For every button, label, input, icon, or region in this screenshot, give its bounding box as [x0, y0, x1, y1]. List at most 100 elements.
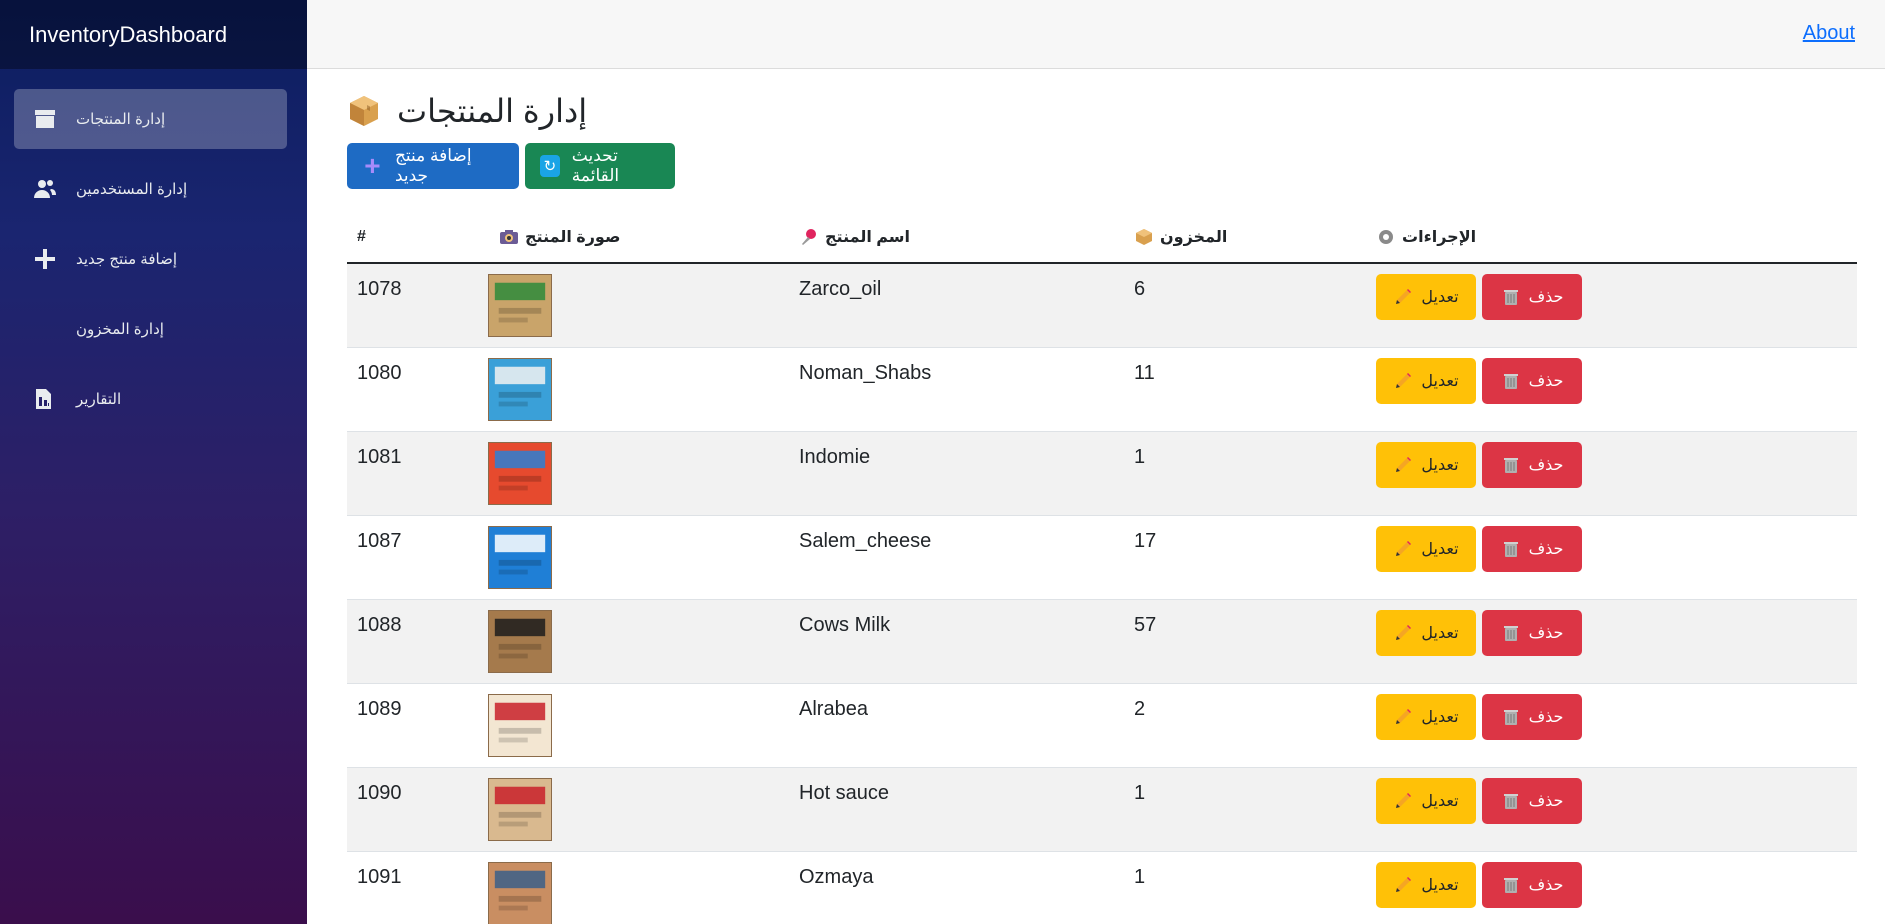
pencil-icon [1396, 289, 1412, 304]
edit-button[interactable]: تعديل [1376, 693, 1476, 740]
product-id: 1078 [347, 263, 489, 348]
table-row: 1089 Alrabea 2 تعديل حذف [347, 683, 1857, 768]
trash-icon [1503, 290, 1518, 305]
product-thumbnail [488, 525, 552, 589]
delete-label: حذف [1528, 289, 1564, 306]
sidebar-item-reports[interactable]: التقارير [14, 369, 287, 429]
sidebar: InventoryDashboard إدارة المنتجات إدارة … [0, 0, 307, 924]
product-name-value: Ozmaya [799, 865, 874, 888]
product-stock-value: 6 [1134, 278, 1146, 300]
edit-button[interactable]: تعديل [1376, 441, 1476, 488]
product-id-value: 1089 [357, 697, 402, 720]
sidebar-nav: إدارة المنتجات إدارة المستخدمين إضافة من… [0, 69, 307, 429]
box-icon [32, 106, 58, 132]
product-stock-value: 2 [1134, 697, 1146, 720]
delete-button[interactable]: حذف [1482, 274, 1582, 320]
product-name-value: Zarco_oil [799, 278, 882, 300]
delete-button[interactable]: حذف [1482, 357, 1582, 404]
product-stock: 1 [1124, 767, 1366, 852]
product-name: Noman_Shabs [789, 347, 1124, 432]
product-name: Hot sauce [789, 767, 1124, 852]
header-name-label: اسم المنتج [825, 228, 911, 246]
edit-button[interactable]: تعديل [1376, 274, 1476, 320]
product-thumbnail [488, 609, 552, 673]
product-name-value: Alrabea [799, 697, 868, 720]
product-actions: تعديل حذف [1366, 767, 1857, 852]
delete-button[interactable]: حذف [1482, 525, 1582, 572]
toolbar: + إضافة منتج جديد ↻ تحديث القائمة [347, 143, 1857, 189]
edit-button[interactable]: تعديل [1376, 861, 1476, 908]
delete-label: حذف [1528, 456, 1564, 474]
delete-button[interactable]: حذف [1482, 693, 1582, 740]
top-bar: About [307, 0, 1885, 69]
product-thumbnail [488, 777, 552, 841]
delete-button[interactable]: حذف [1482, 777, 1582, 824]
delete-label: حذف [1528, 876, 1564, 894]
pencil-icon [1396, 792, 1412, 808]
product-stock: 17 [1124, 515, 1366, 600]
sidebar-item-label: إدارة المخزون [76, 321, 164, 338]
edit-button[interactable]: تعديل [1376, 357, 1476, 404]
product-name: Indomie [789, 431, 1124, 516]
sidebar-item-inventory[interactable]: إدارة المخزون [14, 299, 287, 359]
product-name-value: Salem_cheese [799, 529, 932, 552]
product-id: 1091 [347, 851, 489, 924]
refresh-list-button[interactable]: ↻ تحديث القائمة [525, 143, 675, 189]
trash-icon [1503, 793, 1518, 809]
sidebar-item-users[interactable]: إدارة المستخدمين [14, 159, 287, 219]
table-body: 1078 Zarco_oil 6 تعديل حذف 1080 Noman_Sh… [347, 263, 1857, 924]
add-product-label: إضافة منتج جديد [394, 146, 472, 185]
product-image-cell [488, 767, 789, 852]
trash-icon [1503, 541, 1518, 557]
product-name-value: Cows Milk [799, 613, 891, 636]
product-actions: تعديل حذف [1366, 431, 1857, 516]
edit-label: تعديل [1421, 540, 1459, 558]
product-stock: 2 [1124, 683, 1366, 768]
header-stock-label: المخزون [1160, 228, 1228, 246]
product-stock-value: 11 [1134, 361, 1155, 384]
product-name-value: Hot sauce [799, 781, 890, 804]
trash-icon [1503, 709, 1518, 725]
product-stock: 1 [1124, 431, 1366, 516]
delete-label: حذف [1528, 708, 1564, 726]
about-link[interactable]: About [1803, 22, 1855, 45]
delete-button[interactable]: حذف [1482, 441, 1582, 488]
product-id-value: 1088 [357, 613, 402, 636]
pencil-icon [1396, 708, 1412, 724]
edit-label: تعديل [1421, 289, 1459, 306]
users-icon [32, 176, 58, 202]
product-thumbnail [488, 274, 552, 337]
edit-label: تعديل [1421, 792, 1459, 810]
blank-icon [32, 316, 58, 342]
add-product-button[interactable]: + إضافة منتج جديد [347, 143, 519, 189]
product-actions: تعديل حذف [1366, 515, 1857, 600]
product-name: Zarco_oil [789, 263, 1124, 348]
sidebar-item-add-product[interactable]: إضافة منتج جديد [14, 229, 287, 289]
delete-button[interactable]: حذف [1482, 861, 1582, 908]
table-row: 1081 Indomie 1 تعديل حذف [347, 431, 1857, 516]
table-row: 1091 Ozmaya 1 تعديل حذف [347, 851, 1857, 924]
product-actions: تعديل حذف [1366, 263, 1857, 348]
trash-icon [1503, 373, 1518, 389]
edit-button[interactable]: تعديل [1376, 525, 1476, 572]
edit-button[interactable]: تعديل [1376, 777, 1476, 824]
trash-icon [1503, 877, 1518, 893]
sidebar-item-label: التقارير [76, 391, 122, 408]
sidebar-item-products[interactable]: إدارة المنتجات [14, 89, 287, 149]
pencil-icon [1396, 876, 1412, 892]
header-name: اسم المنتج [789, 211, 1124, 264]
product-image-cell [488, 599, 789, 684]
delete-button[interactable]: حذف [1482, 609, 1582, 656]
product-thumbnail [488, 357, 552, 421]
product-stock-value: 1 [1134, 445, 1146, 468]
pencil-icon [1396, 372, 1412, 388]
edit-button[interactable]: تعديل [1376, 609, 1476, 656]
product-id-value: 1080 [357, 361, 402, 384]
brand-link[interactable]: InventoryDashboard [29, 22, 227, 48]
header-actions: الإجراءات [1366, 211, 1857, 264]
product-id: 1090 [347, 767, 489, 852]
product-actions: تعديل حذف [1366, 347, 1857, 432]
product-stock-value: 1 [1134, 781, 1146, 804]
edit-label: تعديل [1421, 708, 1459, 726]
package-icon [1136, 229, 1152, 246]
